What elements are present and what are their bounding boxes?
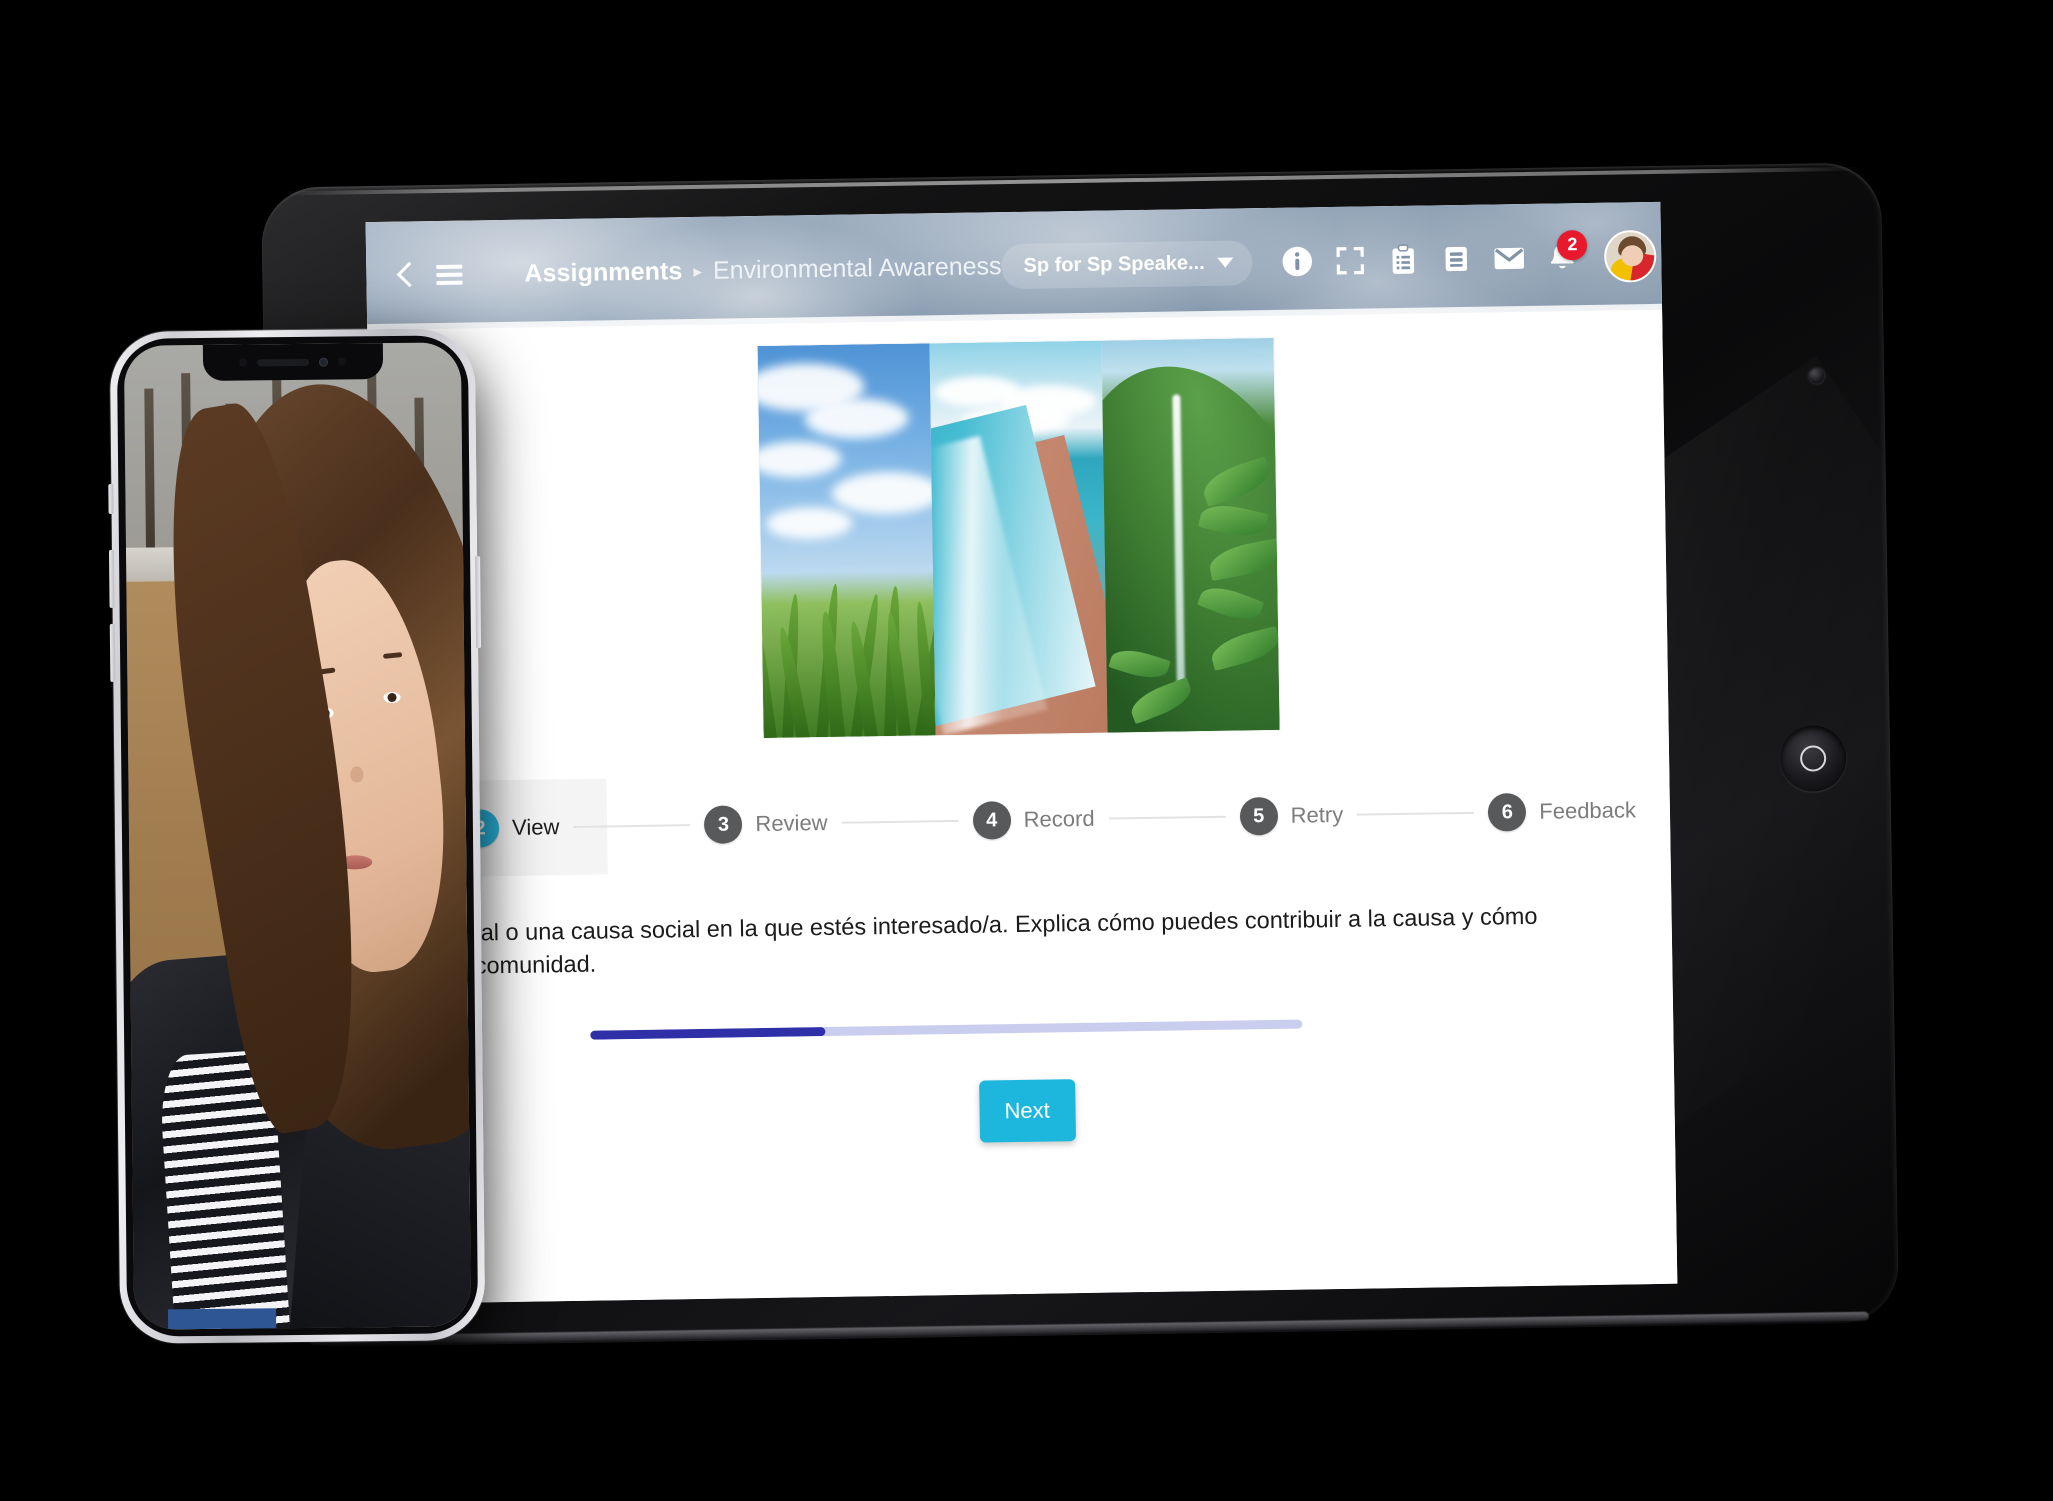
phone-volume-down-button[interactable] bbox=[109, 623, 116, 682]
envelope-icon bbox=[1494, 247, 1524, 270]
step-connector bbox=[1108, 815, 1226, 820]
app-content: 2 View 3 Review 4 Record 5 Retry 6 Feedb… bbox=[367, 309, 1678, 1305]
step-connector bbox=[573, 823, 691, 829]
step-connector bbox=[841, 819, 959, 825]
info-button[interactable] bbox=[1272, 237, 1322, 287]
screenshot-stage: Assignments ▸ Environmental Awareness Sp… bbox=[0, 0, 2053, 1501]
tablet-camera-icon bbox=[1809, 368, 1825, 384]
app-header: Assignments ▸ Environmental Awareness Sp… bbox=[365, 201, 1663, 331]
step-connector bbox=[1357, 811, 1475, 816]
tablet-device: Assignments ▸ Environmental Awareness Sp… bbox=[260, 162, 1900, 1348]
back-button[interactable] bbox=[380, 252, 427, 299]
step-number: 5 bbox=[1239, 796, 1278, 836]
assignment-prompt: nbiental o una causa social en la que es… bbox=[416, 898, 1634, 984]
fullscreen-button[interactable] bbox=[1325, 236, 1375, 286]
step-number: 4 bbox=[972, 801, 1011, 840]
breadcrumb-separator-icon: ▸ bbox=[693, 261, 703, 281]
step-number: 6 bbox=[1488, 792, 1527, 832]
breadcrumb-root[interactable]: Assignments bbox=[524, 257, 683, 288]
info-icon bbox=[1282, 246, 1312, 277]
tablet-screen: Assignments ▸ Environmental Awareness Sp… bbox=[365, 201, 1678, 1305]
messages-button[interactable] bbox=[1484, 233, 1534, 283]
phone-screen bbox=[123, 342, 472, 1330]
collage-pane-crop-field bbox=[757, 343, 936, 738]
breadcrumb-current: Environmental Awareness bbox=[712, 251, 1002, 285]
step-record[interactable]: 4 Record bbox=[972, 800, 1095, 840]
step-label: Review bbox=[755, 809, 828, 837]
book-icon bbox=[1445, 246, 1467, 272]
ambient-sensor-icon bbox=[337, 357, 347, 366]
step-feedback[interactable]: 6 Feedback bbox=[1488, 791, 1637, 832]
step-number: 3 bbox=[704, 805, 743, 844]
proximity-sensor-icon bbox=[238, 358, 248, 367]
resources-button[interactable] bbox=[1431, 234, 1481, 284]
earpiece-speaker-icon bbox=[257, 358, 310, 366]
next-button[interactable]: Next bbox=[978, 1079, 1076, 1143]
notification-badge: 2 bbox=[1557, 229, 1588, 260]
step-label: Retry bbox=[1290, 801, 1344, 828]
step-indicator: 2 View 3 Review 4 Record 5 Retry 6 Feedb… bbox=[374, 762, 1670, 878]
notifications-button[interactable]: 2 bbox=[1537, 229, 1588, 282]
chevron-left-icon bbox=[396, 262, 411, 288]
user-avatar[interactable] bbox=[1604, 229, 1658, 283]
step-review[interactable]: 3 Review bbox=[704, 804, 828, 844]
menu-button[interactable] bbox=[426, 251, 473, 298]
clipboard-icon bbox=[1392, 244, 1415, 274]
phone-power-button[interactable] bbox=[475, 556, 482, 649]
progress-bar bbox=[590, 1019, 1303, 1040]
collage-pane-beach bbox=[929, 340, 1108, 736]
step-label: View bbox=[511, 814, 560, 840]
step-retry[interactable]: 5 Retry bbox=[1239, 796, 1343, 836]
course-selector-label: Sp for Sp Speake... bbox=[1023, 251, 1205, 277]
progress-bar-fill bbox=[590, 1027, 826, 1040]
breadcrumb: Assignments ▸ Environmental Awareness bbox=[524, 252, 1002, 288]
step-label: Feedback bbox=[1539, 797, 1637, 824]
collage-pane-waterfall bbox=[1100, 337, 1280, 733]
step-label: Record bbox=[1023, 805, 1095, 832]
hamburger-menu-icon bbox=[436, 264, 463, 286]
front-camera-icon bbox=[318, 357, 329, 367]
assignments-button[interactable] bbox=[1378, 235, 1428, 285]
course-selector[interactable]: Sp for Sp Speake... bbox=[1001, 239, 1254, 289]
phone-device bbox=[108, 328, 486, 1344]
selfie-video bbox=[123, 342, 472, 1330]
media-collage[interactable] bbox=[757, 337, 1280, 738]
phone-volume-up-button[interactable] bbox=[108, 549, 115, 608]
phone-silent-switch[interactable] bbox=[108, 483, 114, 514]
header-actions: Sp for Sp Speake... 2 bbox=[1001, 229, 1658, 292]
fullscreen-icon bbox=[1336, 246, 1364, 275]
chevron-down-icon bbox=[1217, 257, 1234, 268]
front-camera-notch bbox=[202, 343, 383, 381]
